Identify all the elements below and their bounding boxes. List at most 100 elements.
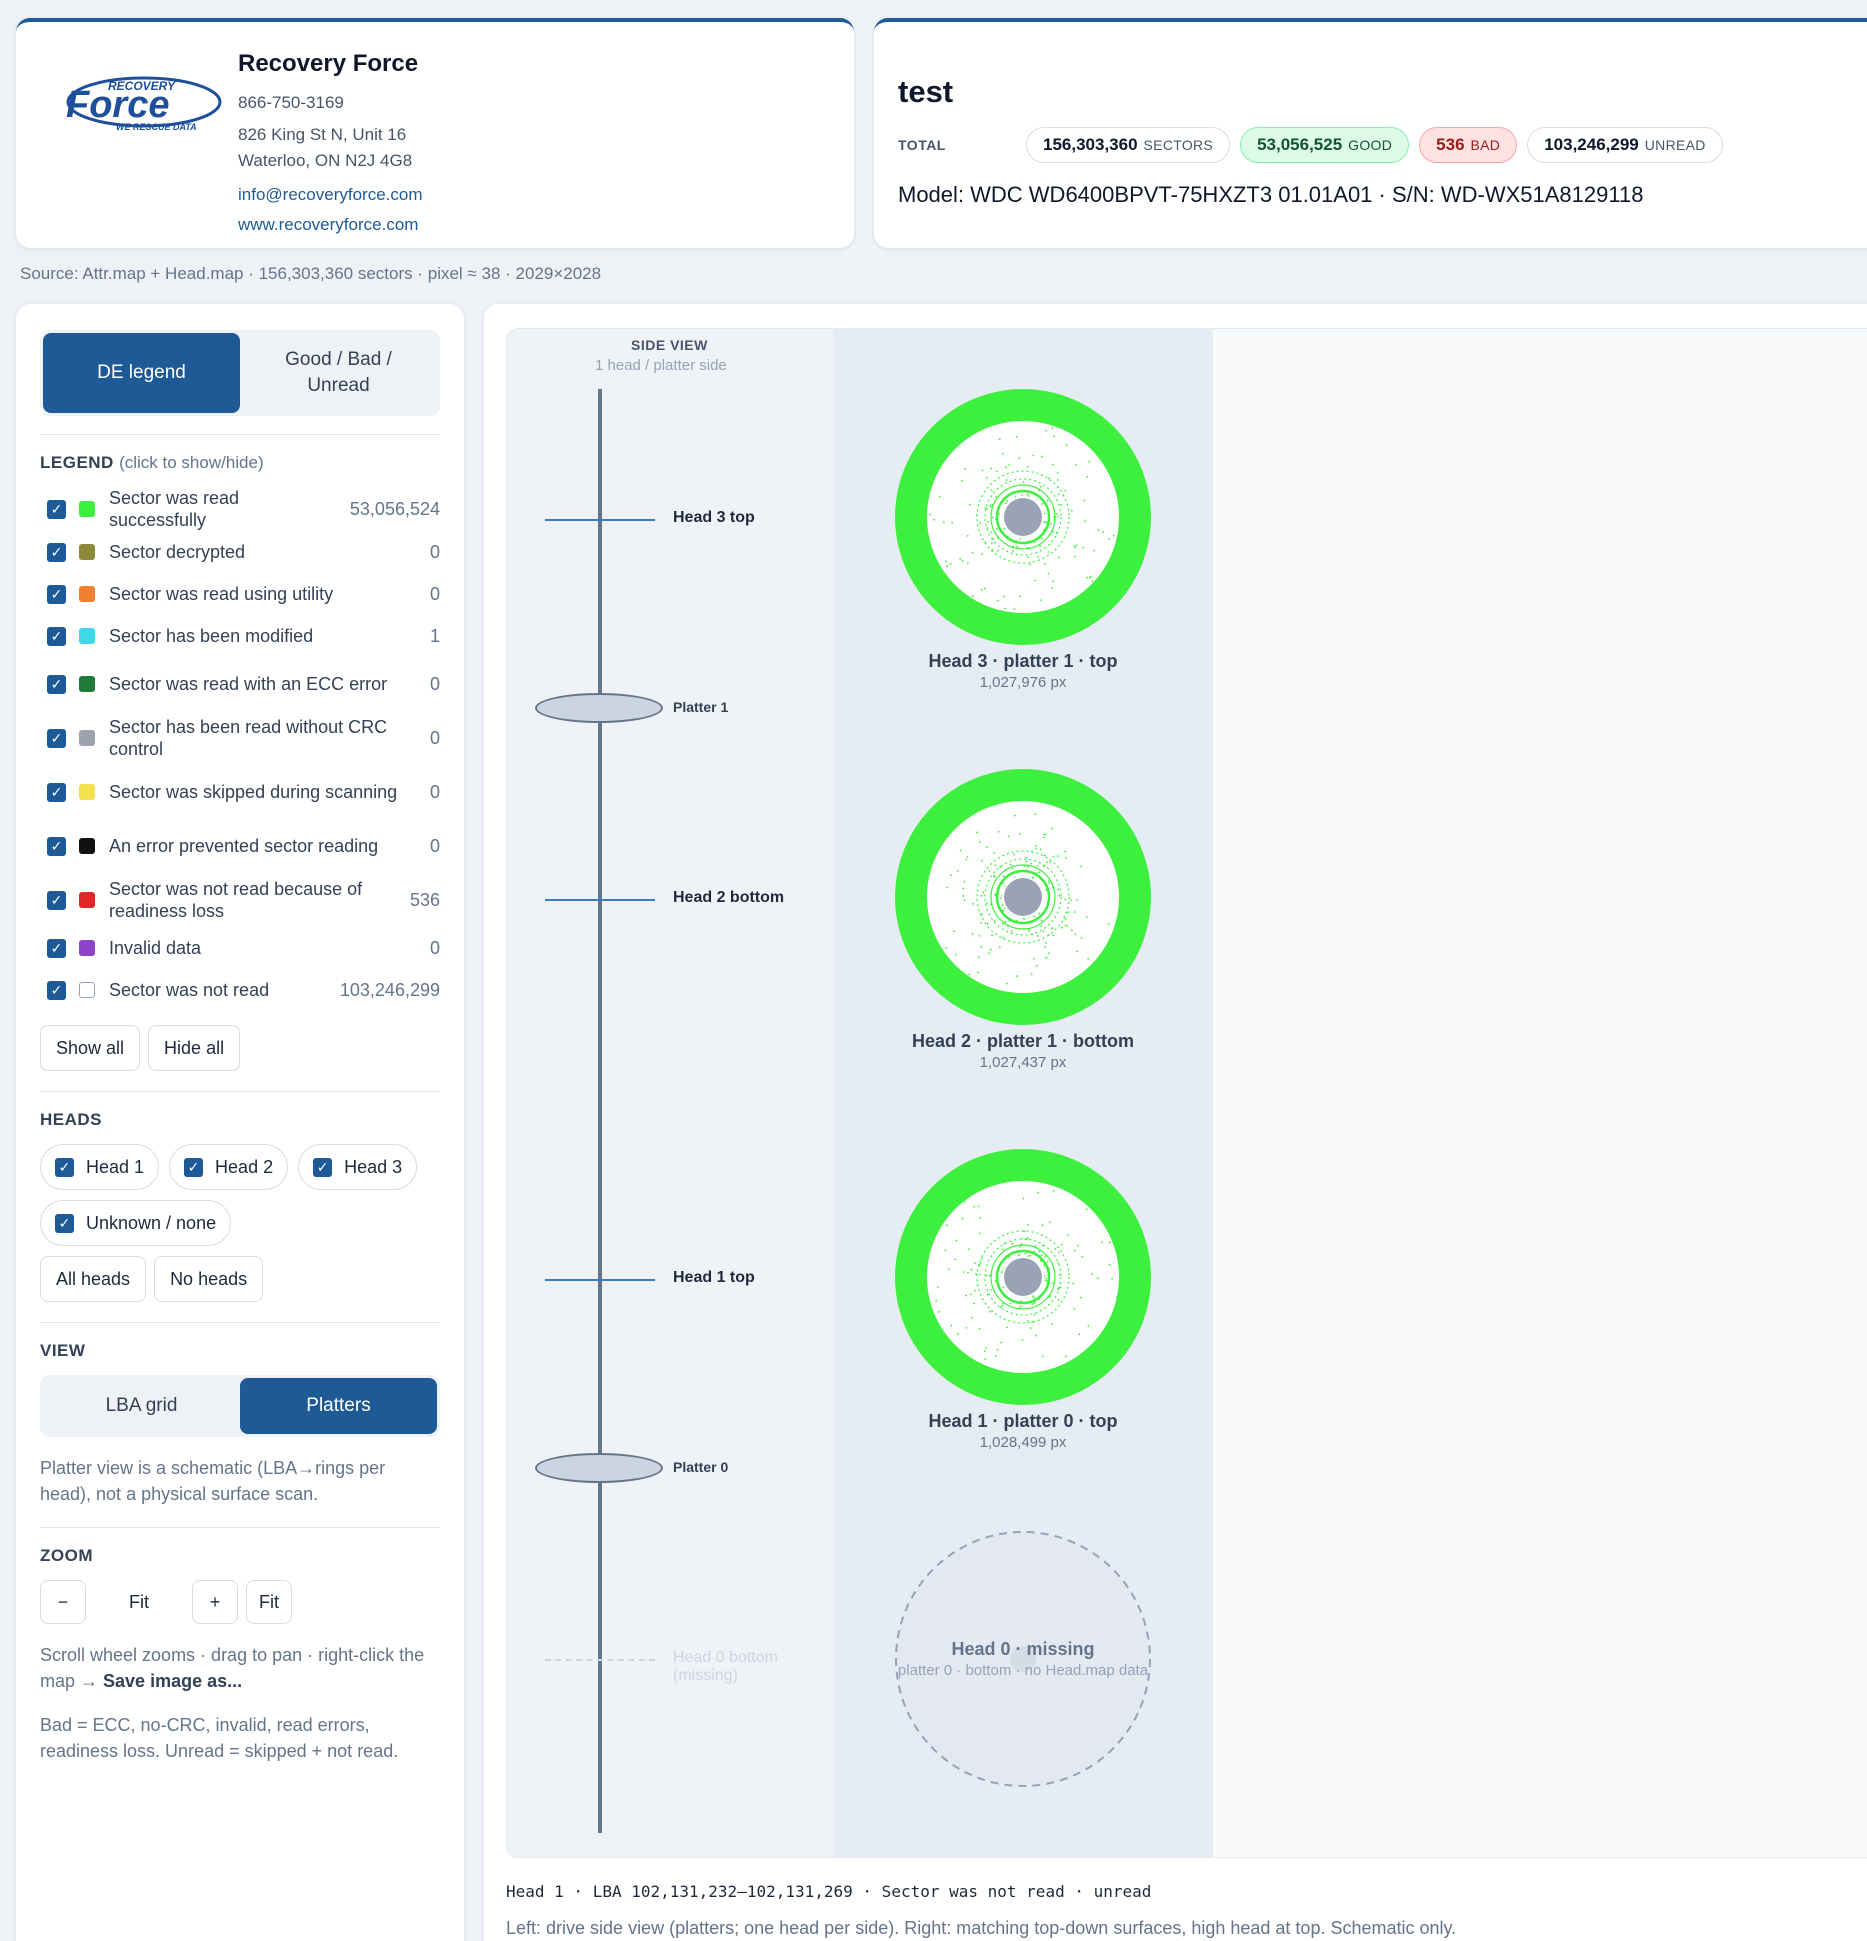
platters-tab[interactable]: Platters [240, 1378, 437, 1434]
de-legend-label: DE legend [97, 362, 186, 383]
head-2-surface-title: Head 2 · platter 1 · bottom [911, 1031, 1135, 1051]
zoom-level-text: Fit [129, 1591, 149, 1612]
sectors-pill: 156,303,360 SECTORS [1026, 127, 1231, 163]
sectors-value: 156,303,360 [1043, 135, 1138, 154]
check-icon[interactable]: ✓ [47, 674, 66, 694]
head-2-surface[interactable] [893, 767, 1153, 1027]
check-icon: ✓ [313, 1157, 333, 1177]
legend-swatch [79, 982, 95, 998]
check-icon[interactable]: ✓ [47, 836, 66, 856]
head-3-surface-title: Head 3 · platter 1 · top [928, 651, 1118, 671]
recovery-force-logo: RECOVERY Force WE RESCUE DATA [66, 76, 222, 132]
legend-item[interactable]: ✓ Sector was not read because of readines… [40, 873, 440, 927]
good-value: 53,056,525 [1257, 135, 1343, 154]
hover-info: Head 1 · LBA 102,131,232–102,131,269 · S… [506, 1882, 1152, 1901]
zoom-title: ZOOM [40, 1546, 93, 1565]
zoom-fit-button[interactable]: Fit [246, 1580, 292, 1624]
legend-label: Sector was skipped during scanning [109, 782, 398, 802]
head-2-caption: Head 2 · platter 1 · bottom 1,027,437 px [833, 1031, 1213, 1071]
head-0-arm-missing [545, 1659, 655, 1661]
legend-label: Sector decrypted [109, 542, 246, 562]
head-1-toggle[interactable]: ✓ Head 1 [40, 1144, 160, 1190]
unread-pill: 103,246,299 UNREAD [1527, 127, 1723, 163]
check-icon[interactable]: ✓ [47, 728, 66, 748]
good-unit: GOOD [1348, 137, 1393, 153]
view-toggle: LBA grid Platters [40, 1375, 440, 1437]
head-3-label: Head 3 top [673, 509, 755, 526]
head-2-arm [545, 899, 655, 901]
head-1-surface[interactable] [893, 1147, 1153, 1407]
legend-item[interactable]: ✓ Sector has been modified 1 [40, 615, 440, 657]
lba-grid-tab[interactable]: LBA grid [43, 1378, 240, 1434]
legend-swatch [79, 940, 95, 956]
head-0-caption: Head 0 · missing platter 0 · bottom · no… [833, 1639, 1213, 1679]
map-caption: Left: drive side view (platters; one hea… [506, 1918, 1457, 1938]
check-icon[interactable]: ✓ [47, 626, 66, 646]
good-bad-unread-tab[interactable]: Good / Bad / Unread [240, 333, 437, 413]
unread-unit: UNREAD [1644, 137, 1706, 153]
drive-summary-card: test TOTAL 156,303,360 SECTORS 53,056,52… [874, 18, 1867, 248]
legend-item[interactable]: ✓ Sector was read successfully 53,056,524 [40, 487, 440, 531]
legend-swatch [79, 730, 95, 746]
view-note: Platter view is a schematic (LBA→rings p… [40, 1458, 386, 1504]
spindle-hub [1004, 1258, 1042, 1296]
company-card: RECOVERY Force WE RESCUE DATA Recovery F… [16, 18, 854, 248]
legend-item[interactable]: ✓ Sector has been read without CRC contro… [40, 711, 440, 765]
check-icon[interactable]: ✓ [47, 890, 66, 910]
logo-text-main: Force [66, 84, 169, 126]
legend-item[interactable]: ✓ Sector decrypted 0 [40, 531, 440, 573]
legend-item[interactable]: ✓ Sector was read using utility 0 [40, 573, 440, 615]
legend-count: 103,246,299 [339, 979, 440, 1000]
check-icon: ✓ [55, 1213, 74, 1233]
head-0-missing-title: Head 0 · missing [951, 1639, 1095, 1659]
head-1-arm [545, 1279, 655, 1281]
head-1-label: Head 1 top [673, 1269, 755, 1286]
legend-item[interactable]: ✓ An error prevented sector reading 0 [40, 819, 440, 873]
check-icon[interactable]: ✓ [47, 542, 66, 562]
head-unknown-toggle[interactable]: ✓ Unknown / none [40, 1200, 232, 1246]
company-email-link[interactable]: info@recoveryforce.com [238, 180, 423, 210]
show-all-button[interactable]: Show all [40, 1025, 141, 1071]
legend-list: ✓ Sector was read successfully 53,056,524 ✓… [40, 487, 440, 1011]
legend-swatch [79, 544, 95, 560]
platter-0-label: Platter 0 [673, 1459, 729, 1475]
legend-item[interactable]: ✓ Sector was skipped during scanning 0 [40, 765, 440, 819]
legend-label: Sector was read successfully [109, 488, 240, 530]
zoom-in-button[interactable]: + [192, 1580, 238, 1624]
zoom-out-button[interactable]: − [40, 1580, 86, 1624]
legend-item[interactable]: ✓ Sector was not read 103,246,299 [40, 969, 440, 1011]
de-legend-tab[interactable]: DE legend [43, 333, 240, 413]
company-website-link[interactable]: www.recoveryforce.com [238, 210, 423, 240]
head-3-surface[interactable] [893, 387, 1153, 647]
source-line: Source: Attr.map + Head.map · 156,303,36… [20, 264, 602, 283]
legend-count: 0 [429, 937, 440, 958]
check-icon[interactable]: ✓ [47, 499, 66, 519]
legend-count: 0 [429, 781, 440, 802]
logo-text-bottom: WE RESCUE DATA [116, 122, 197, 132]
check-icon: ✓ [55, 1157, 74, 1177]
legend-label: Sector was read using utility [109, 584, 334, 604]
legend-item[interactable]: ✓ Sector was read with an ECC error 0 [40, 657, 440, 711]
check-icon[interactable]: ✓ [47, 584, 66, 604]
all-heads-button[interactable]: All heads [40, 1256, 147, 1302]
legend-swatch [79, 586, 95, 602]
head-2-toggle[interactable]: ✓ Head 2 [169, 1144, 289, 1190]
hide-all-button[interactable]: Hide all [148, 1025, 241, 1071]
platter-map[interactable]: SIDE VIEW 1 head / platter side Head 3 t… [506, 328, 1867, 1858]
legend-count: 53,056,524 [349, 498, 440, 519]
legend-label: Invalid data [109, 938, 202, 958]
head-3-arm [545, 519, 655, 521]
company-name: Recovery Force [238, 50, 419, 77]
legend-item[interactable]: ✓ Invalid data 0 [40, 927, 440, 969]
bad-definition-note: Bad = ECC, no-CRC, invalid, read errors,… [40, 1715, 399, 1761]
check-icon[interactable]: ✓ [47, 938, 66, 958]
head-3-toggle[interactable]: ✓ Head 3 [298, 1144, 418, 1190]
spindle [598, 389, 602, 1833]
no-heads-button[interactable]: No heads [154, 1256, 264, 1302]
head-0-missing-sub: platter 0 · bottom · no Head.map data [897, 1662, 1149, 1679]
check-icon[interactable]: ✓ [47, 782, 66, 802]
heads-title: HEADS [40, 1110, 103, 1129]
total-label: TOTAL [898, 137, 946, 153]
zoom-note: Scroll wheel zooms · drag to pan · right… [40, 1645, 425, 1691]
check-icon[interactable]: ✓ [47, 980, 66, 1000]
